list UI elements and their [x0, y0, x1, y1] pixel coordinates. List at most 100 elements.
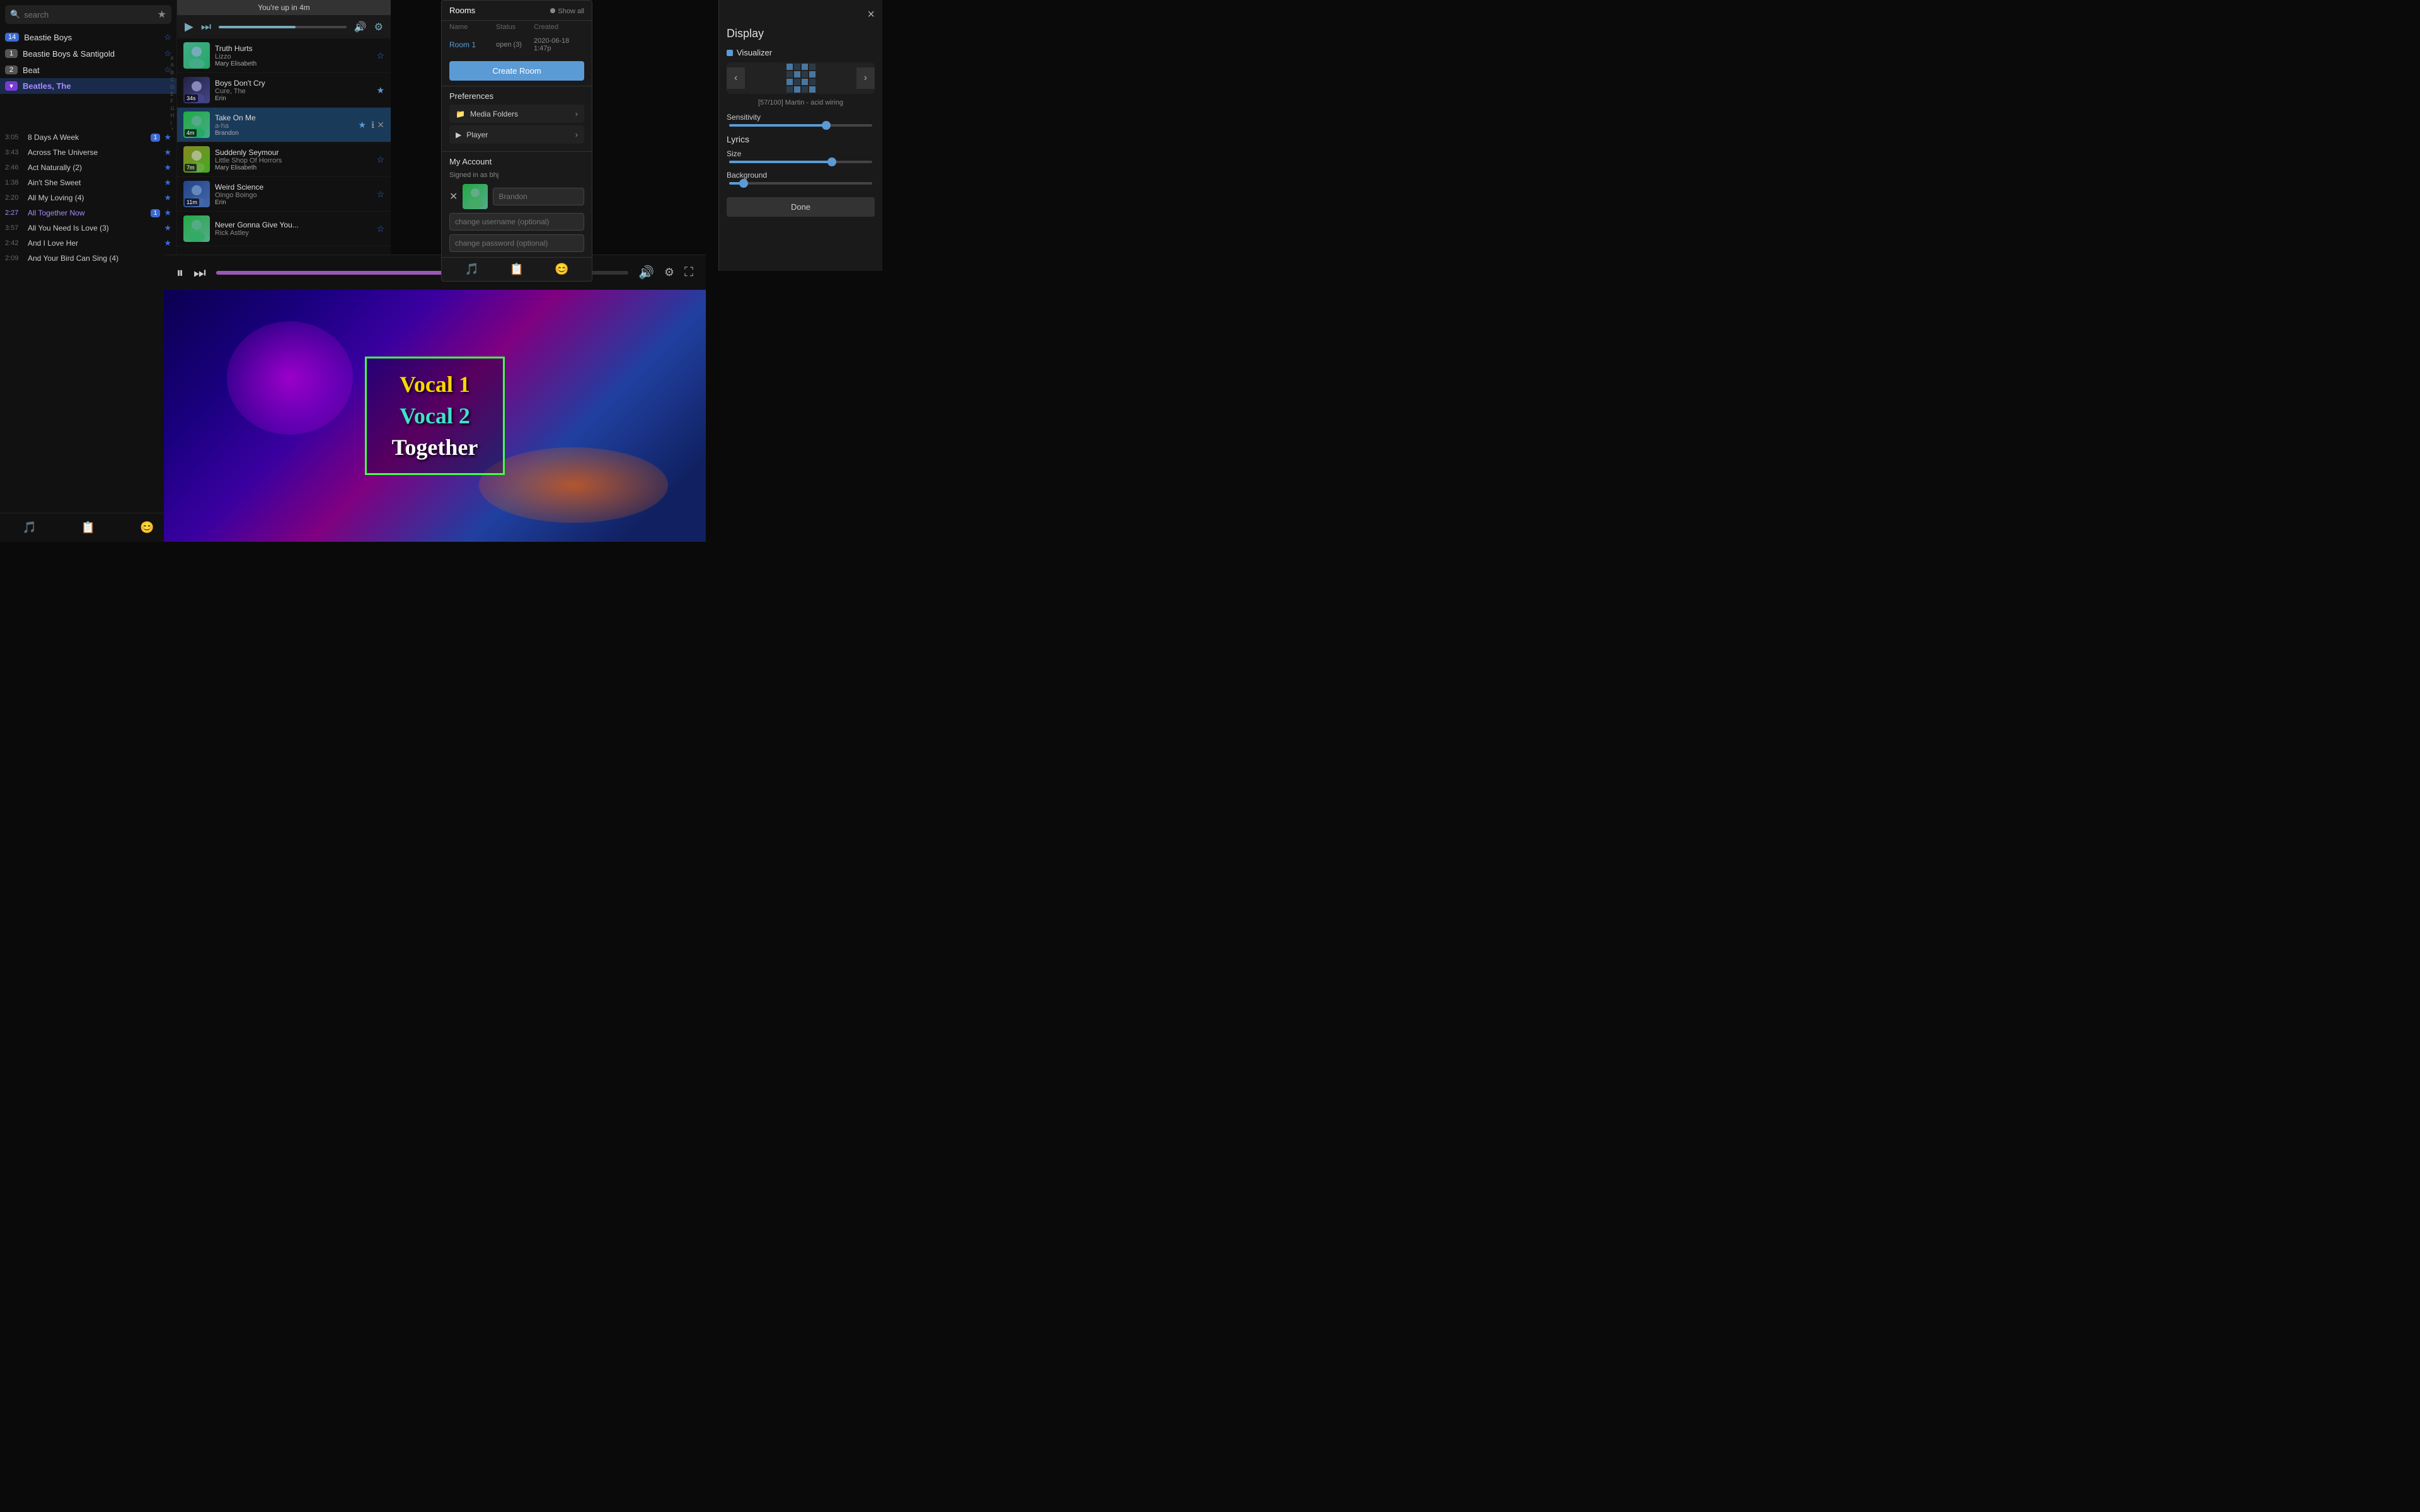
pref-item-media-folders[interactable]: 📁 Media Folders ›: [449, 105, 584, 123]
queue-star-icon[interactable]: ★: [376, 85, 384, 96]
lyrics-label: Lyrics: [727, 134, 875, 144]
artist-badge: ▾: [5, 81, 18, 91]
song-item[interactable]: 3:57 All You Need Is Love (3) ★: [0, 220, 176, 236]
queue-info: Suddenly Seymour Little Shop Of Horrors …: [215, 148, 371, 171]
display-title: Display: [727, 27, 875, 40]
song-star-icon[interactable]: ★: [164, 132, 171, 142]
next-button[interactable]: ⏭: [201, 20, 211, 33]
lyric-box: Vocal 1 Vocal 2 Together: [365, 357, 505, 475]
sidebar: 🔍 ★ 14 Beastie Boys ☆ 1 Beastie Boys & S…: [0, 0, 176, 542]
rooms-tab-emoji[interactable]: 😊: [555, 263, 568, 276]
artist-name: Beatles, The: [23, 81, 171, 91]
queue-item-current[interactable]: 4m Take On Me a-ha Brandon ★ ℹ ✕: [177, 108, 391, 142]
queue-info-button[interactable]: ℹ: [371, 120, 374, 130]
queue-thumbnail: [183, 215, 210, 242]
pref-label-player: Player: [466, 130, 488, 139]
sidebar-item-beatles[interactable]: ▾ Beatles, The: [0, 78, 176, 94]
pref-item-player[interactable]: ▶ Player ›: [449, 125, 584, 144]
display-close-button[interactable]: ×: [867, 8, 875, 22]
songs-list: 3:05 8 Days A Week 1 ★ 3:43 Across The U…: [0, 130, 176, 513]
done-button[interactable]: Done: [727, 197, 875, 217]
rooms-tab-music[interactable]: 🎵: [464, 263, 478, 276]
song-item[interactable]: 2:20 All My Loving (4) ★: [0, 190, 176, 205]
search-input[interactable]: [24, 10, 153, 20]
change-password-field[interactable]: [449, 234, 584, 252]
fullscreen-icon[interactable]: ⛶: [684, 265, 693, 280]
vis-next-button[interactable]: ›: [856, 67, 875, 89]
video-area: Vocal 1 Vocal 2 Together: [164, 290, 706, 542]
account-section: My Account Signed in as bhj ✕: [442, 151, 592, 257]
queue-item[interactable]: 34s Boys Don't Cry Cure, The Erin ★: [177, 73, 391, 108]
song-star-icon[interactable]: ★: [164, 147, 171, 158]
next-track-button[interactable]: ⏭: [193, 265, 206, 281]
size-slider[interactable]: [727, 161, 875, 163]
signed-in-text: Signed in as bhj: [449, 171, 584, 179]
vis-prev-button[interactable]: ‹: [727, 67, 745, 89]
song-item[interactable]: 2:42 And I Love Her ★: [0, 236, 176, 251]
queue-item[interactable]: 11m Weird Science Oingo Boingo Erin ☆: [177, 177, 391, 212]
now-playing-bar: You're up in 4m: [177, 0, 391, 15]
volume-icon[interactable]: 🔊: [354, 21, 367, 33]
queue-list: Truth Hurts Lizzo Mary Elisabeth ☆ 34s B…: [177, 38, 391, 278]
song-item[interactable]: 2:09 And Your Bird Can Sing (4) ★: [0, 251, 176, 266]
song-star-icon[interactable]: ★: [164, 178, 171, 188]
song-item[interactable]: 3:05 8 Days A Week 1 ★: [0, 130, 176, 145]
pause-button[interactable]: ⏸: [176, 265, 183, 281]
queue-thumbnail: 4m: [183, 112, 210, 138]
song-star-icon[interactable]: ★: [164, 238, 171, 248]
star-filter-icon[interactable]: ★: [158, 8, 166, 21]
username-field[interactable]: [493, 188, 584, 205]
account-title: My Account: [449, 157, 584, 166]
tab-queue[interactable]: 📋: [76, 518, 100, 537]
sidebar-item-beastie-santigold[interactable]: 1 Beastie Boys & Santigold ☆: [0, 45, 176, 62]
song-item[interactable]: 1:38 Ain't She Sweet ★: [0, 175, 176, 190]
play-button[interactable]: ▶: [185, 20, 193, 33]
queue-thumbnail: 11m: [183, 181, 210, 207]
artist-badge: 14: [5, 33, 19, 42]
queue-item[interactable]: Never Gonna Give You... Rick Astley ☆: [177, 212, 391, 246]
avatar: [463, 184, 488, 209]
song-item[interactable]: 2:46 Act Naturally (2) ★: [0, 160, 176, 175]
song-star-icon[interactable]: ★: [164, 208, 171, 218]
vis-name: [57/100] Martin - acid wiring: [727, 99, 875, 106]
queue-star-icon[interactable]: ☆: [376, 154, 384, 165]
rooms-title: Rooms: [449, 6, 475, 15]
tab-emoji[interactable]: 😊: [135, 518, 159, 537]
progress-bar[interactable]: [219, 26, 347, 28]
sidebar-item-beastie-boys[interactable]: 14 Beastie Boys ☆: [0, 29, 176, 45]
sensitivity-slider[interactable]: [727, 124, 875, 127]
queue-thumbnail: 34s: [183, 77, 210, 103]
song-star-icon[interactable]: ★: [164, 163, 171, 173]
rooms-tab-list[interactable]: 📋: [510, 263, 524, 276]
show-all-link[interactable]: Show all: [558, 8, 584, 15]
rooms-dot: [550, 8, 555, 13]
search-bar: 🔍 ★: [5, 5, 171, 24]
create-room-button[interactable]: Create Room: [449, 61, 584, 81]
queue-star-icon[interactable]: ☆: [376, 189, 384, 200]
account-avatar-row: ✕: [449, 184, 584, 209]
chevron-right-icon: ›: [575, 109, 578, 118]
volume-icon[interactable]: 🔊: [638, 265, 654, 280]
queue-star-icon[interactable]: ★: [358, 120, 366, 130]
queue-remove-button[interactable]: ✕: [377, 120, 384, 130]
song-item[interactable]: 3:43 Across The Universe ★: [0, 145, 176, 160]
room-name[interactable]: Room 1: [449, 40, 496, 49]
background-slider[interactable]: [727, 182, 875, 185]
tab-music[interactable]: 🎵: [17, 518, 41, 537]
song-star-icon[interactable]: ★: [164, 193, 171, 203]
change-username-field[interactable]: [449, 213, 584, 231]
queue-star-icon[interactable]: ☆: [376, 50, 384, 61]
vis-indicator: [727, 50, 733, 56]
song-item-active[interactable]: 2:27 All Together Now 1 ★: [0, 205, 176, 220]
song-star-icon[interactable]: ★: [164, 223, 171, 233]
queue-star-icon[interactable]: ☆: [376, 224, 384, 234]
queue-timer: 11m: [185, 198, 199, 206]
sidebar-item-beat[interactable]: 2 Beat ☆: [0, 62, 176, 78]
close-icon[interactable]: ✕: [449, 190, 458, 203]
equalizer-settings-icon[interactable]: ⚙: [664, 266, 674, 279]
queue-item[interactable]: 7m Suddenly Seymour Little Shop Of Horro…: [177, 142, 391, 177]
equalizer-icon[interactable]: ⚙: [374, 21, 383, 33]
lyric-line-3: Together: [392, 434, 478, 461]
artist-star-icon[interactable]: ☆: [164, 32, 171, 42]
queue-item[interactable]: Truth Hurts Lizzo Mary Elisabeth ☆: [177, 38, 391, 73]
